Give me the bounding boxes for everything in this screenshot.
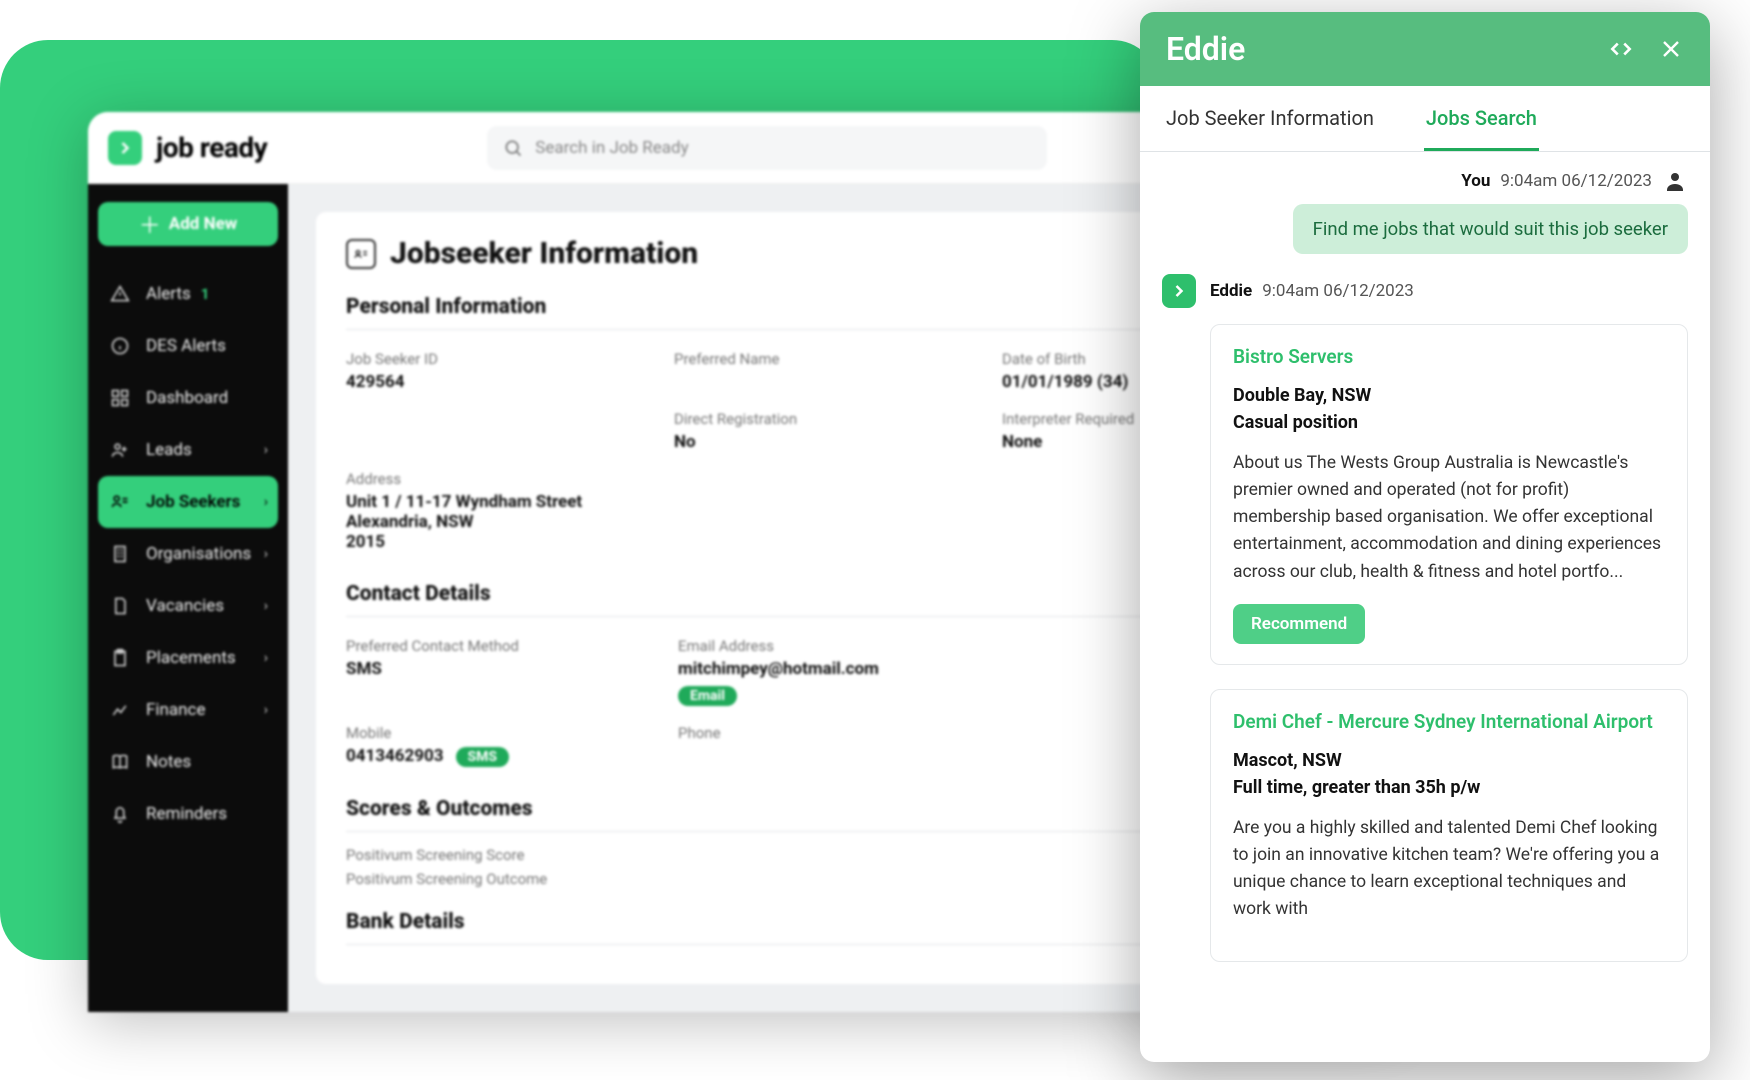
alerts-badge: 1 (201, 285, 210, 303)
eddie-avatar-icon (1162, 274, 1196, 308)
search-placeholder: Search in Job Ready (535, 138, 688, 158)
sidebar-item-label: Job Seekers (146, 492, 240, 512)
sidebar-item-job-seekers[interactable]: Job Seekers › (98, 476, 278, 528)
chevron-right-icon: › (264, 702, 268, 718)
brand-logo-icon (108, 131, 142, 165)
eddie-body: You 9:04am 06/12/2023 Find me jobs that … (1140, 152, 1710, 1062)
page-title: Jobseeker Information (390, 236, 698, 271)
sidebar-item-label: Notes (146, 752, 191, 772)
sidebar-item-label: Finance (146, 700, 205, 720)
label-mobile: Mobile (346, 724, 666, 742)
sidebar-item-label: Alerts (146, 284, 191, 304)
email-pill[interactable]: Email (678, 686, 737, 706)
chevron-right-icon: › (264, 494, 268, 510)
eddie-timestamp: 9:04am 06/12/2023 (1262, 281, 1414, 301)
sidebar-item-label: DES Alerts (146, 336, 226, 356)
user-avatar-icon (1662, 168, 1688, 194)
tab-jobs-search[interactable]: Jobs Search (1424, 86, 1539, 151)
bell-icon (108, 804, 132, 824)
you-label: You (1461, 171, 1490, 191)
sidebar-item-label: Reminders (146, 804, 227, 824)
chevron-right-icon: › (264, 598, 268, 614)
add-new-button[interactable]: ＋ Add New (98, 202, 278, 246)
chart-line-icon (108, 700, 132, 720)
document-icon (108, 596, 132, 616)
label-address: Address (346, 470, 986, 488)
job-result-card: Demi Chef - Mercure Sydney International… (1210, 689, 1688, 963)
sidebar-item-dashboard[interactable]: Dashboard (98, 372, 278, 424)
chevron-right-icon: › (264, 442, 268, 458)
brand-name: job ready (156, 131, 267, 164)
job-result-terms: Casual position (1233, 409, 1665, 436)
value-mobile: 0413462903 (346, 746, 444, 766)
message-eddie: Eddie 9:04am 06/12/2023 Bistro Servers D… (1162, 274, 1688, 962)
sidebar-item-label: Vacancies (146, 596, 224, 616)
you-timestamp: 9:04am 06/12/2023 (1500, 171, 1652, 191)
sidebar-item-reminders[interactable]: Reminders (98, 788, 278, 840)
label-jobseeker-id: Job Seeker ID (346, 350, 662, 368)
user-message-bubble: Find me jobs that would suit this job se… (1293, 204, 1688, 254)
eddie-panel: Eddie Job Seeker Information Jobs Search… (1140, 12, 1710, 1062)
close-icon[interactable] (1658, 36, 1684, 62)
leads-icon (108, 440, 132, 460)
sidebar-item-notes[interactable]: Notes (98, 736, 278, 788)
person-card-icon (108, 492, 132, 512)
code-icon[interactable] (1608, 36, 1634, 62)
building-icon (108, 544, 132, 564)
chevron-right-icon: › (264, 546, 268, 562)
book-icon (108, 752, 132, 772)
eddie-title: Eddie (1166, 30, 1245, 68)
alert-icon (108, 284, 132, 304)
eddie-header: Eddie (1140, 12, 1710, 86)
eddie-label: Eddie (1210, 281, 1252, 301)
sidebar-item-des-alerts[interactable]: DES Alerts (98, 320, 278, 372)
grid-icon (108, 388, 132, 408)
label-preferred-name: Preferred Name (674, 350, 990, 368)
sidebar-item-label: Leads (146, 440, 192, 460)
sms-pill[interactable]: SMS (456, 747, 510, 767)
sidebar-item-label: Organisations (146, 544, 251, 564)
sidebar-item-label: Placements (146, 648, 236, 668)
job-result-location: Mascot, NSW (1233, 747, 1665, 774)
clipboard-icon (108, 648, 132, 668)
sidebar-item-organisations[interactable]: Organisations › (98, 528, 278, 580)
add-new-label: Add New (169, 214, 237, 234)
id-card-icon (346, 239, 376, 269)
sidebar-item-alerts[interactable]: Alerts 1 (98, 268, 278, 320)
job-result-description: About us The Wests Group Australia is Ne… (1233, 450, 1665, 586)
value-jobseeker-id: 429564 (346, 372, 662, 392)
value-contact-method: SMS (346, 659, 666, 679)
job-result-card: Bistro Servers Double Bay, NSW Casual po… (1210, 324, 1688, 665)
search-input[interactable]: Search in Job Ready (487, 126, 1047, 170)
sidebar: ＋ Add New Alerts 1 DES Alerts (88, 184, 288, 1012)
plus-icon: ＋ (139, 208, 161, 240)
sidebar-item-vacancies[interactable]: Vacancies › (98, 580, 278, 632)
sidebar-item-leads[interactable]: Leads › (98, 424, 278, 476)
sidebar-item-finance[interactable]: Finance › (98, 684, 278, 736)
chevron-right-icon: › (264, 650, 268, 666)
message-you: You 9:04am 06/12/2023 Find me jobs that … (1162, 168, 1688, 254)
value-address-line2: Alexandria, NSW (346, 512, 986, 532)
value-address-line1: Unit 1 / 11-17 Wyndham Street (346, 492, 986, 512)
value-direct-reg: No (674, 432, 990, 452)
label-direct-reg: Direct Registration (674, 410, 990, 428)
job-result-description: Are you a highly skilled and talented De… (1233, 815, 1665, 924)
sidebar-item-label: Dashboard (146, 388, 228, 408)
eddie-tabs: Job Seeker Information Jobs Search (1140, 86, 1710, 152)
recommend-button[interactable]: Recommend (1233, 604, 1365, 644)
job-result-title[interactable]: Bistro Servers (1233, 345, 1665, 368)
job-result-title[interactable]: Demi Chef - Mercure Sydney International… (1233, 710, 1665, 733)
job-result-location: Double Bay, NSW (1233, 382, 1665, 409)
info-icon (108, 336, 132, 356)
value-address-line3: 2015 (346, 532, 986, 552)
search-icon (503, 138, 523, 158)
sidebar-item-placements[interactable]: Placements › (98, 632, 278, 684)
job-result-terms: Full time, greater than 35h p/w (1233, 774, 1665, 801)
tab-jobseeker-info[interactable]: Job Seeker Information (1164, 86, 1376, 151)
label-contact-method: Preferred Contact Method (346, 637, 666, 655)
